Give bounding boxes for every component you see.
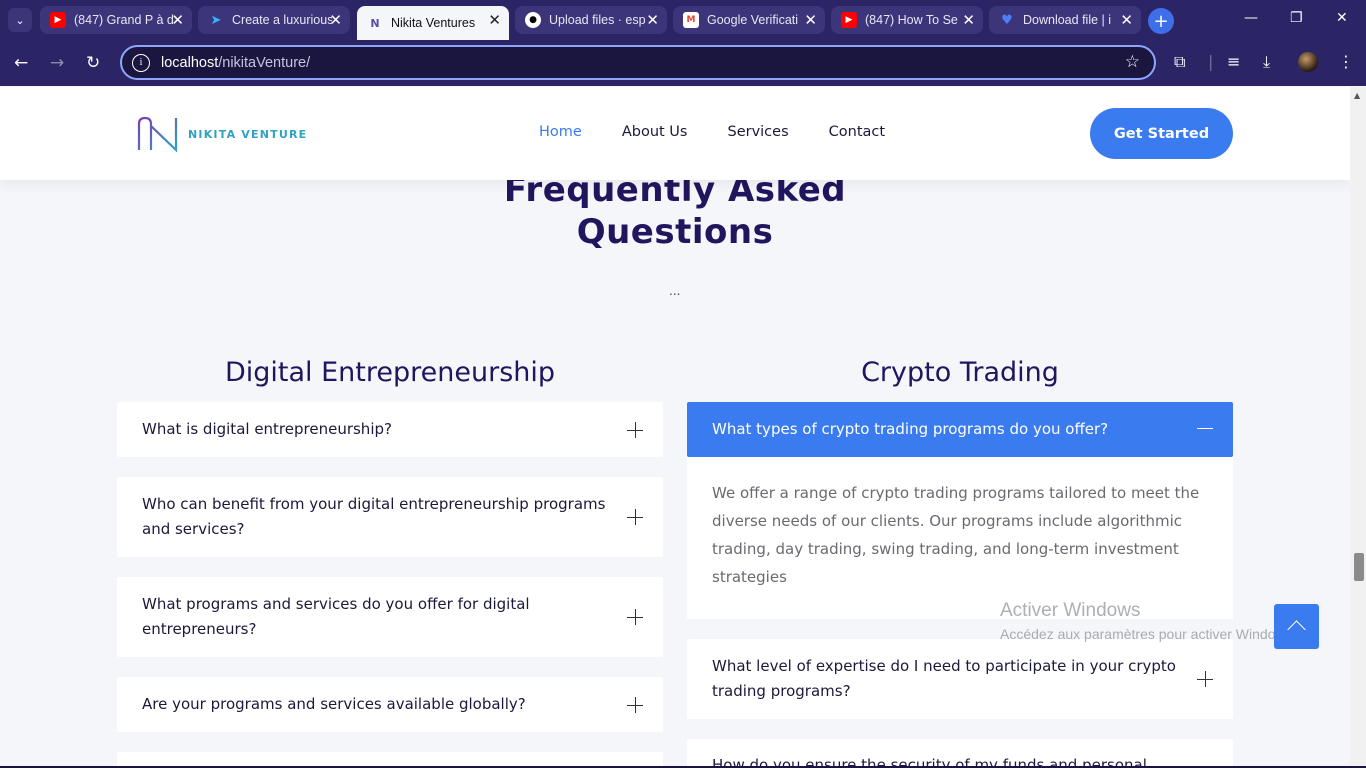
close-tab-icon[interactable]: ✕ — [488, 11, 501, 29]
tab-search-chevron-icon[interactable]: ⌄ — [8, 8, 32, 32]
scroll-up-arrow-icon[interactable]: ▲ — [1354, 91, 1360, 100]
close-window-icon[interactable]: ✕ — [1336, 10, 1348, 26]
kebab-menu-icon[interactable]: ⋮ — [1338, 52, 1354, 71]
page-scrollbar[interactable]: ▲ — [1350, 87, 1366, 768]
main-nav: Home About Us Services Contact — [539, 124, 925, 140]
site-header: NIKITA VENTURE Home About Us Services Co… — [0, 87, 1350, 180]
logo-n-icon — [137, 116, 178, 152]
youtube-icon: ▶ — [841, 12, 857, 28]
browser-tab[interactable]: M Google Verificati ✕ — [673, 6, 825, 34]
nav-services[interactable]: Services — [727, 124, 788, 140]
close-tab-icon[interactable]: ✕ — [329, 11, 342, 29]
faq-item[interactable]: What level of expertise do I need to par… — [687, 639, 1233, 719]
forward-arrow-icon[interactable]: → — [50, 53, 64, 73]
profile-avatar[interactable] — [1298, 52, 1318, 72]
address-bar[interactable]: i localhost/nikitaVenture/ ☆ — [120, 45, 1156, 80]
site-logo[interactable]: NIKITA VENTURE — [136, 116, 307, 152]
reload-icon[interactable]: ↻ — [86, 53, 100, 73]
page-viewport: NIKITA VENTURE Home About Us Services Co… — [0, 87, 1350, 768]
faq-item[interactable]: Are your programs and services available… — [117, 677, 663, 732]
close-tab-icon[interactable]: ✕ — [962, 11, 975, 29]
faq-item[interactable]: Who can benefit from your digital entrep… — [117, 477, 663, 557]
restore-icon[interactable]: ❐ — [1290, 10, 1303, 26]
faq-heading: Frequently Asked Questions — [503, 170, 847, 252]
close-tab-icon[interactable]: ✕ — [804, 11, 817, 29]
faq-item[interactable]: What programs and services do you offer … — [117, 577, 663, 657]
get-started-button[interactable]: Get Started — [1090, 108, 1233, 159]
nikita-logo-icon: N — [370, 16, 380, 30]
browser-tab-active[interactable]: N Nikita Ventures ✕ — [357, 6, 509, 40]
plus-icon[interactable] — [1197, 671, 1213, 687]
faq-answer: We offer a range of crypto trading progr… — [687, 457, 1233, 619]
close-tab-icon[interactable]: ✕ — [1120, 11, 1133, 29]
digital-entrepreneurship-title: Digital Entrepreneurship — [224, 357, 556, 388]
toolbar-divider: | — [1208, 52, 1214, 71]
browser-tab[interactable]: ➤ Create a luxurious ✕ — [198, 6, 350, 34]
bookmark-star-icon[interactable]: ☆ — [1125, 52, 1140, 72]
gmail-icon: M — [683, 12, 699, 28]
nav-contact[interactable]: Contact — [829, 124, 885, 140]
url-text[interactable]: localhost/nikitaVenture/ — [161, 55, 310, 71]
plus-icon[interactable] — [627, 609, 643, 625]
close-tab-icon[interactable]: ✕ — [646, 11, 659, 29]
youtube-icon: ▶ — [50, 12, 66, 28]
crypto-trading-title: Crypto Trading — [861, 357, 1059, 388]
close-tab-icon[interactable]: ✕ — [171, 11, 184, 29]
faq-item[interactable]: What is digital entrepreneurship? — [117, 402, 663, 457]
chevron-up-icon — [1287, 620, 1306, 639]
faq-item-expanded[interactable]: What types of crypto trading programs do… — [687, 402, 1233, 457]
minus-icon[interactable] — [1197, 428, 1213, 430]
browser-toolbar: ← → ↻ i localhost/nikitaVenture/ ☆ ⧉ | ≡… — [0, 40, 1366, 86]
nav-about-us[interactable]: About Us — [622, 124, 688, 140]
heart-icon: ♥ — [1001, 12, 1013, 28]
browser-tab[interactable]: ♥ Download file | i ✕ — [989, 6, 1141, 34]
scrollbar-thumb[interactable] — [1354, 553, 1364, 581]
browser-tabstrip: ⌄ ▶ (847) Grand P à d ✕ ➤ Create a luxur… — [0, 0, 1366, 40]
browser-tab[interactable]: ● Upload files · esp ✕ — [515, 6, 667, 34]
faq-item[interactable]: How do you ensure the security of my fun… — [687, 739, 1233, 768]
windows-activation-watermark: Activer Windows Accédez aux paramètres p… — [1000, 600, 1297, 642]
heading-divider-dots: ... — [669, 284, 681, 298]
new-tab-button[interactable]: + — [1148, 8, 1174, 34]
media-queue-icon[interactable]: ≡ — [1227, 52, 1240, 71]
nav-home[interactable]: Home — [539, 124, 582, 140]
plus-icon[interactable] — [627, 697, 643, 713]
plus-icon[interactable] — [627, 509, 643, 525]
browser-tab[interactable]: ▶ (847) Grand P à d ✕ — [40, 6, 192, 34]
back-arrow-icon[interactable]: ← — [14, 53, 28, 73]
bird-icon: ➤ — [210, 12, 222, 28]
site-info-icon[interactable]: i — [132, 53, 150, 72]
plus-icon[interactable] — [627, 422, 643, 438]
minimize-icon[interactable]: — — [1244, 10, 1258, 26]
download-icon[interactable]: ⤓ — [1263, 52, 1270, 72]
github-icon: ● — [525, 12, 541, 28]
browser-tab[interactable]: ▶ (847) How To Se ✕ — [831, 6, 983, 34]
scroll-to-top-button[interactable] — [1274, 604, 1319, 649]
extensions-puzzle-icon[interactable]: ⧉ — [1174, 52, 1185, 72]
